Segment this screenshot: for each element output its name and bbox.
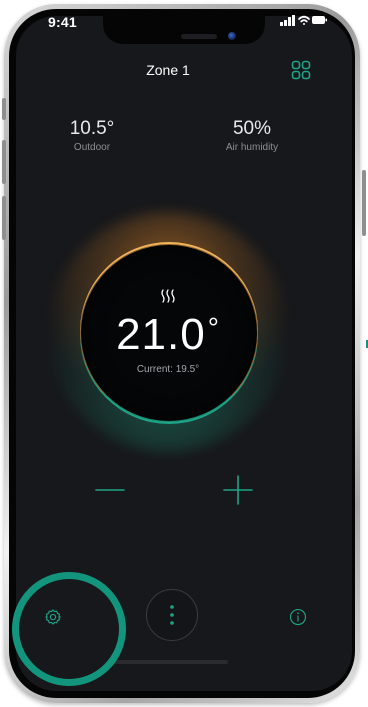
info-icon[interactable] bbox=[289, 608, 307, 626]
degree-symbol: ° bbox=[207, 312, 220, 343]
outdoor-temperature: 10.5° Outdoor bbox=[52, 118, 132, 153]
side-button-volume-down bbox=[2, 196, 6, 240]
notch bbox=[103, 16, 265, 44]
settings-highlight-ring bbox=[12, 572, 126, 686]
decrease-temperature-button[interactable] bbox=[90, 470, 130, 510]
side-button-volume-up bbox=[2, 140, 6, 184]
current-temperature: Current: 19.5° bbox=[136, 364, 200, 375]
zone-title: Zone 1 bbox=[146, 62, 190, 78]
humidity-value: 50% bbox=[232, 118, 272, 139]
side-button-mute bbox=[2, 98, 6, 120]
more-vertical-icon bbox=[170, 605, 174, 625]
status-time: 9:41 bbox=[48, 14, 77, 30]
outdoor-label: Outdoor bbox=[73, 142, 111, 153]
signal-icon bbox=[280, 15, 295, 26]
humidity-label: Air humidity bbox=[225, 142, 279, 153]
heat-icon bbox=[161, 289, 175, 303]
grid-icon[interactable] bbox=[291, 60, 311, 80]
status-icons bbox=[280, 15, 327, 26]
battery-icon bbox=[312, 16, 327, 24]
front-camera bbox=[228, 32, 236, 40]
side-button-power bbox=[362, 170, 366, 236]
wifi-icon bbox=[298, 15, 310, 25]
outdoor-value: 10.5° bbox=[69, 118, 115, 139]
plus-icon bbox=[223, 475, 253, 505]
speaker-grille bbox=[181, 34, 217, 39]
stage: 9:41 Zone 1 10.5° Outdoor 50% Air humidi… bbox=[0, 0, 368, 707]
increase-temperature-button[interactable] bbox=[218, 470, 258, 510]
setpoint-temperature: 21.0° bbox=[80, 310, 256, 360]
home-indicator bbox=[110, 660, 228, 664]
setpoint-value: 21.0 bbox=[116, 310, 206, 359]
air-humidity: 50% Air humidity bbox=[202, 118, 302, 153]
more-options-button[interactable] bbox=[146, 589, 198, 641]
